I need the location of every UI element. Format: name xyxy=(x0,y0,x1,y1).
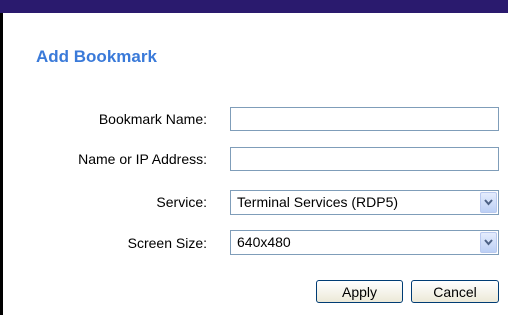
bookmark-name-label: Bookmark Name: xyxy=(98,111,207,127)
apply-button[interactable]: Apply xyxy=(316,280,403,303)
page-title: Add Bookmark xyxy=(36,47,157,66)
address-label: Name or IP Address: xyxy=(78,151,207,167)
screen-size-select[interactable]: 640x480 xyxy=(230,230,499,255)
chevron-down-icon xyxy=(484,199,493,206)
screen-size-label: Screen Size: xyxy=(127,235,207,251)
service-select[interactable]: Terminal Services (RDP5) xyxy=(230,190,499,215)
address-input[interactable] xyxy=(230,147,499,171)
service-label: Service: xyxy=(156,194,207,210)
window-top-bar xyxy=(0,0,508,13)
chevron-down-icon xyxy=(484,239,493,246)
window-left-border xyxy=(0,13,3,315)
service-selected-value: Terminal Services (RDP5) xyxy=(237,194,399,210)
screen-size-selected-value: 640x480 xyxy=(237,234,291,250)
service-dropdown-button[interactable] xyxy=(480,192,497,213)
screen-size-dropdown-button[interactable] xyxy=(480,232,497,253)
bookmark-name-input[interactable] xyxy=(230,107,499,131)
cancel-button[interactable]: Cancel xyxy=(411,280,499,303)
